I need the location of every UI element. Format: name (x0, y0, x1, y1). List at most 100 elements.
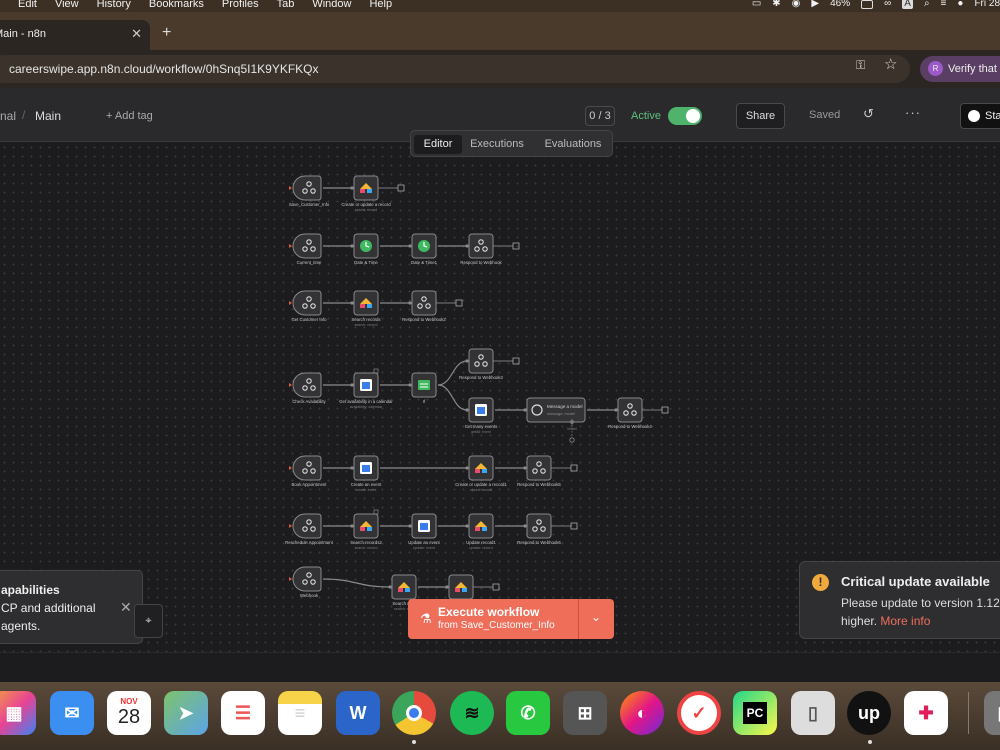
node-body[interactable] (468, 348, 494, 374)
menu-bookmarks[interactable]: Bookmarks (149, 0, 204, 10)
add-node-handle[interactable] (512, 242, 520, 250)
menu-edit[interactable]: Edit (18, 0, 37, 10)
add-node-handle[interactable] (570, 464, 578, 472)
chevron-down-icon[interactable]: ⌄ (591, 610, 601, 624)
downloads-icon[interactable]: ▤ (984, 691, 1000, 735)
spotify-icon[interactable]: ≋ (450, 691, 494, 735)
tidy-up-icon[interactable]: ⌖ (134, 604, 163, 638)
add-node-handle[interactable] (455, 299, 463, 307)
workflow-node[interactable]: Update an eventupdate: event (408, 513, 441, 550)
github-star-button[interactable]: Sta (960, 103, 1000, 129)
workflow-node[interactable]: Book Appointment (289, 455, 327, 487)
slack-icon[interactable]: ✚ (904, 691, 948, 735)
reminders-icon[interactable]: ☰ (221, 691, 265, 735)
whatsapp-icon[interactable]: ✆ (506, 691, 550, 735)
workflow-node[interactable]: Check Availability (289, 372, 327, 404)
node-body[interactable] (617, 397, 643, 423)
workflow-node[interactable]: Webhook (289, 566, 322, 598)
password-key-icon[interactable]: ⚿ (856, 58, 865, 73)
trigger-node-body[interactable] (292, 372, 322, 398)
trigger-node-body[interactable] (292, 233, 322, 259)
trigger-node-body[interactable] (292, 455, 322, 481)
workflow-node[interactable]: Create or update a recordupsert: record (341, 175, 391, 212)
workflow-node[interactable]: Message a model message: model Model (526, 397, 586, 443)
play-icon[interactable]: ▶ (811, 0, 819, 9)
new-tab-icon[interactable]: + (162, 24, 171, 42)
notes-icon[interactable]: ≡ (278, 691, 322, 735)
active-toggle[interactable] (668, 107, 702, 125)
workflow-node[interactable]: Save_Customer_Info (289, 175, 330, 207)
maps-icon[interactable]: ➤ (164, 691, 208, 735)
siri-icon[interactable]: ● (957, 0, 963, 9)
workflow-node[interactable]: Current_time (289, 233, 322, 265)
iphone-mirroring-icon[interactable]: ▯ (791, 691, 835, 735)
menu-help[interactable]: Help (369, 0, 392, 10)
share-button[interactable]: Share (736, 103, 785, 129)
tab-executions[interactable]: Executions (467, 135, 527, 154)
close-icon[interactable]: ✕ (120, 599, 132, 616)
menu-view[interactable]: View (55, 0, 79, 10)
link-icon[interactable]: ∞ (884, 0, 891, 9)
breadcrumb-project[interactable]: nal (0, 109, 16, 123)
tab-evaluations[interactable]: Evaluations (539, 135, 607, 154)
menu-window[interactable]: Window (312, 0, 351, 10)
workflow-node[interactable]: Respond to Webhook (460, 233, 502, 265)
trigger-node-body[interactable] (292, 513, 322, 539)
vpn-icon[interactable]: ◉ (792, 0, 801, 9)
more-info-link[interactable]: More info (880, 614, 930, 628)
input-source[interactable]: A (902, 0, 913, 9)
address-bar[interactable]: careerswipe.app.n8n.cloud/workflow/0hSnq… (0, 55, 910, 83)
trigger-node-body[interactable] (292, 566, 322, 592)
bookmark-star-icon[interactable]: ☆ (884, 55, 897, 73)
trigger-node-body[interactable] (292, 290, 322, 316)
add-node-handle[interactable] (661, 406, 669, 414)
workflow-node[interactable]: Create an eventcreate: event (351, 455, 382, 492)
url-text[interactable]: careerswipe.app.n8n.cloud/workflow/0hSnq… (9, 62, 319, 76)
workflow-node[interactable]: Get availability in a calendaravailabili… (339, 368, 393, 409)
verify-profile-chip[interactable]: R Verify that (920, 56, 1000, 82)
workflow-node[interactable]: If (411, 372, 437, 404)
pycharm-icon[interactable]: PC (733, 691, 777, 735)
spotlight-icon[interactable]: ⌕ (924, 0, 930, 9)
chrome-icon[interactable] (392, 691, 436, 735)
display-icon[interactable]: ▭ (752, 0, 761, 9)
menu-profiles[interactable]: Profiles (222, 0, 259, 10)
add-node-handle[interactable] (397, 184, 405, 192)
bluetooth-icon[interactable]: ✱ (772, 0, 780, 9)
more-options-icon[interactable]: ··· (905, 105, 921, 120)
workflow-node[interactable]: Respond to Webhook3 (459, 348, 503, 380)
execute-workflow-button[interactable]: ⚗ Execute workflow from Save_Customer_In… (408, 599, 614, 639)
add-node-handle[interactable] (570, 522, 578, 530)
clock[interactable]: Fri 28 (974, 0, 1000, 9)
workflow-node[interactable]: Respond to Webhook4 (608, 397, 652, 429)
control-center-icon[interactable]: ≡ (941, 0, 947, 9)
workflow-name[interactable]: Main (35, 109, 61, 123)
node-body[interactable] (526, 513, 552, 539)
mail-icon[interactable]: ✉ (50, 691, 94, 735)
add-node-handle[interactable] (492, 583, 500, 591)
node-body[interactable] (468, 233, 494, 259)
firefox-icon[interactable]: ◐ (620, 691, 664, 735)
add-tag-button[interactable]: + Add tag (106, 110, 153, 122)
workflow-node[interactable]: Update record1update: record (466, 513, 496, 550)
workflow-node[interactable]: Search records2search: record (350, 509, 382, 550)
browser-tab-active[interactable]: Main - n8n ✕ (0, 20, 150, 50)
calculator-icon[interactable]: ⊞ (563, 691, 607, 735)
node-body[interactable] (526, 455, 552, 481)
workflow-node[interactable]: Get Customer Info (289, 290, 327, 322)
workflow-node[interactable]: Search recordssearch: record (351, 290, 381, 327)
menu-tab[interactable]: Tab (277, 0, 295, 10)
tick-tick-icon[interactable]: ✓ (677, 691, 721, 735)
menu-history[interactable]: History (97, 0, 131, 10)
word-icon[interactable]: W (336, 691, 380, 735)
workflow-node[interactable]: Respond to Webhook2 (402, 290, 446, 322)
workflow-node[interactable]: Reschedule Appointment (285, 513, 334, 545)
workflow-node[interactable] (448, 574, 474, 600)
battery-icon[interactable] (861, 0, 874, 9)
launchpad-icon[interactable]: ▦ (0, 691, 36, 735)
node-body[interactable] (526, 397, 586, 423)
workflow-node[interactable]: Respond to Webhook6 (517, 513, 561, 545)
workflow-node[interactable]: Respond to Webhook5 (517, 455, 561, 487)
upwork-icon[interactable]: up (847, 691, 891, 735)
production-checklist-counter[interactable]: 0 / 3 (585, 106, 615, 126)
